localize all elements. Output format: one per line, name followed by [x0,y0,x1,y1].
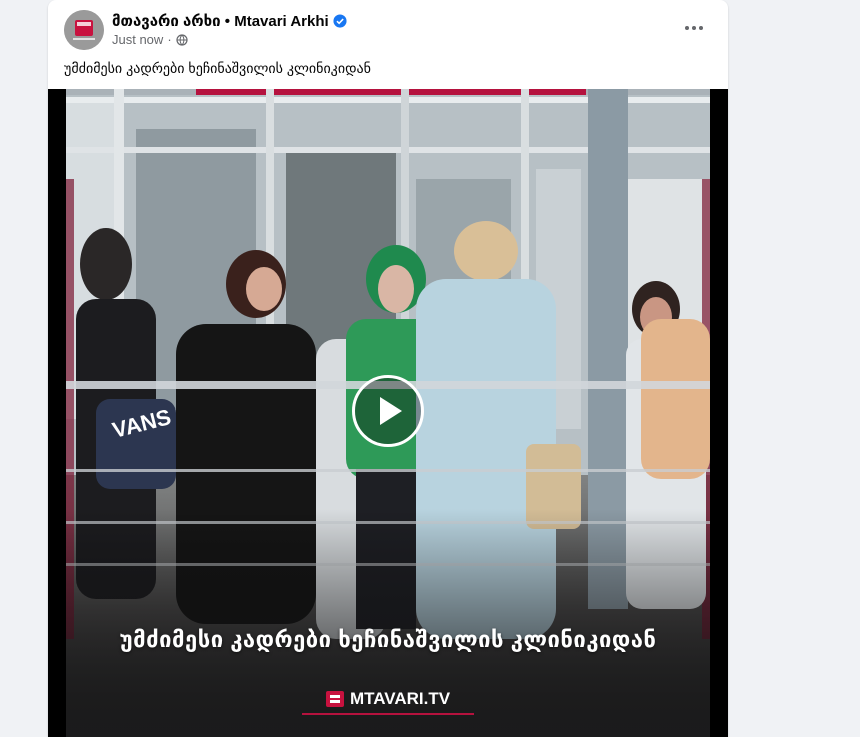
author-name[interactable]: მთავარი არხი • Mtavari Arkhi [112,12,329,30]
post-meta: Just now · [112,32,188,47]
video-player[interactable]: VANS უმძიმესი კადრები ხეჩინაშვილის კლინი… [48,89,728,737]
post-caption: უმძიმესი კადრები ხეჩინაშვილის კლინიკიდან [64,60,371,76]
globe-icon [176,33,188,46]
play-icon [380,397,402,425]
brand-logo-icon [325,691,344,707]
post-card: მთავარი არხი • Mtavari Arkhi Just now · … [48,0,728,737]
post-timestamp[interactable]: Just now [112,32,163,47]
video-overlay-title: უმძიმესი კადრები ხეჩინაშვილის კლინიკიდან [119,627,657,652]
brand-name: MTAVARI.TV [349,689,451,708]
verified-badge-icon [333,14,347,28]
more-options-icon [685,26,689,30]
page-avatar[interactable] [64,10,104,50]
play-button[interactable] [352,375,424,447]
page-logo-icon [64,10,104,50]
more-options-button[interactable] [678,16,710,40]
post-author: მთავარი არხი • Mtavari Arkhi [112,12,347,30]
brand-underline [302,713,474,715]
video-brand: MTAVARI.TV [66,689,710,709]
